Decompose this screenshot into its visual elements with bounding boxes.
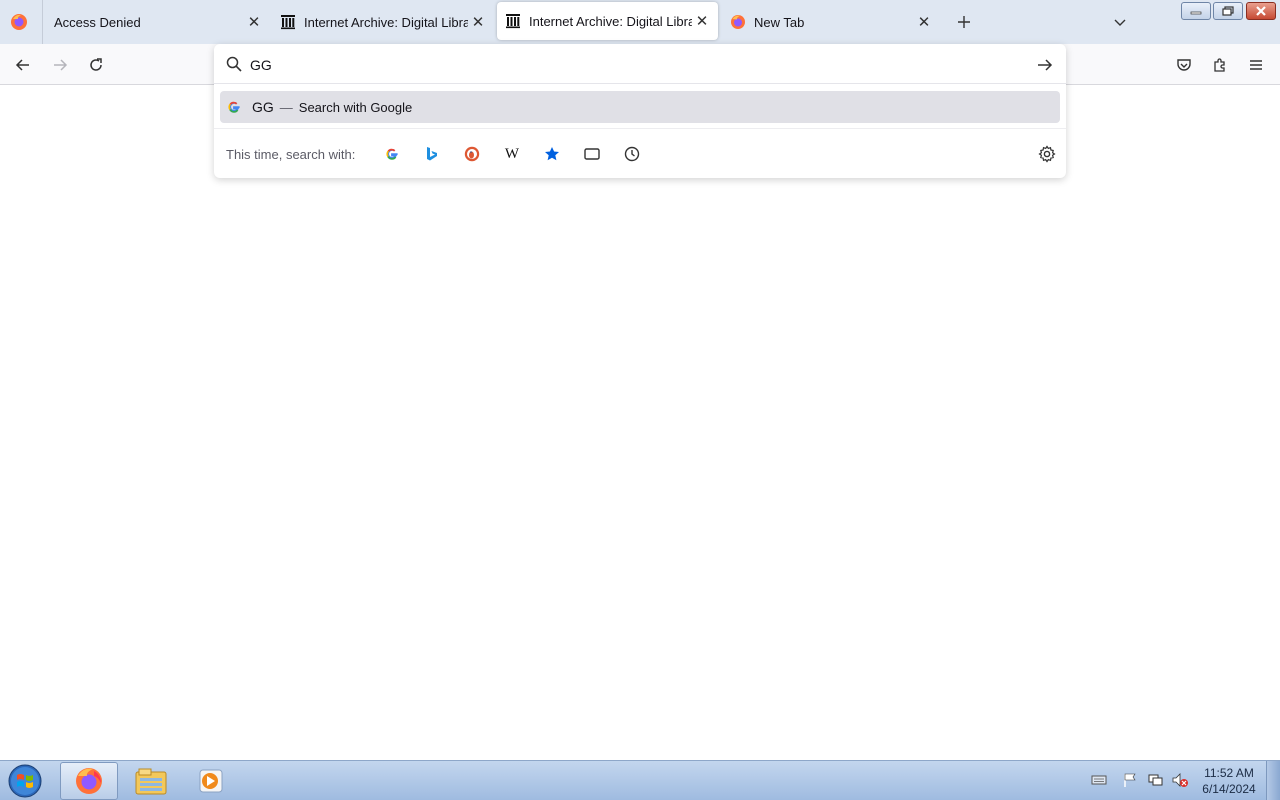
chevron-down-icon	[1114, 19, 1126, 26]
tabs-icon[interactable]	[583, 145, 601, 163]
back-button[interactable]	[10, 52, 36, 78]
tab-access-denied[interactable]: Access Denied ✕	[44, 0, 270, 44]
search-icon	[226, 56, 242, 72]
media-player-icon	[199, 769, 223, 793]
plus-icon	[958, 16, 970, 28]
gear-icon[interactable]	[1038, 145, 1056, 163]
history-icon[interactable]	[623, 145, 641, 163]
close-window-button[interactable]	[1246, 2, 1276, 20]
suggestion-separator: —	[279, 99, 293, 115]
file-explorer-icon	[135, 768, 167, 795]
tab-title: Internet Archive: Digital Library	[529, 13, 692, 29]
wikipedia-icon[interactable]: W	[503, 145, 521, 163]
firefox-icon	[76, 768, 102, 794]
puzzle-icon	[1214, 58, 1225, 72]
tab-close-icon[interactable]: ✕	[692, 11, 712, 31]
taskbar-file-explorer[interactable]	[122, 762, 180, 800]
taskbar-media-player[interactable]	[182, 762, 240, 800]
system-clock[interactable]: 11:52 AM 6/14/2024	[1196, 765, 1262, 797]
go-arrow-icon[interactable]	[1036, 56, 1054, 74]
restore-button[interactable]	[1213, 2, 1243, 20]
tab-new-tab[interactable]: New Tab ✕	[722, 0, 940, 44]
tab-internet-archive-1[interactable]: Internet Archive: Digital Library ✕	[274, 0, 494, 44]
firefox-view-icon[interactable]	[10, 13, 28, 31]
minimize-icon	[1190, 11, 1202, 15]
urlbar-input-row	[214, 44, 1066, 84]
hamburger-menu-icon	[1250, 60, 1262, 70]
show-desktop-button[interactable]	[1266, 761, 1280, 800]
tab-close-icon[interactable]: ✕	[914, 12, 934, 32]
restore-icon	[1222, 6, 1234, 16]
arrow-left-icon	[15, 59, 29, 71]
search-suggestion-row[interactable]: GG — Search with Google	[220, 91, 1060, 123]
google-icon[interactable]	[383, 145, 401, 163]
arrow-right-icon	[54, 59, 68, 71]
bookmarks-icon[interactable]	[543, 145, 561, 163]
keyboard-icon[interactable]	[1090, 771, 1108, 789]
tab-close-icon[interactable]: ✕	[244, 12, 264, 32]
reload-button[interactable]	[83, 52, 109, 78]
extensions-button[interactable]	[1207, 52, 1233, 78]
firefox-icon	[730, 14, 746, 30]
pocket-button[interactable]	[1171, 52, 1197, 78]
taskbar-firefox[interactable]	[60, 762, 118, 800]
urlbar-input[interactable]	[250, 54, 1010, 76]
close-icon	[1256, 6, 1266, 16]
action-center-flag-icon[interactable]	[1121, 771, 1139, 789]
internet-archive-icon	[505, 13, 521, 29]
start-button[interactable]	[7, 764, 43, 798]
tab-separator	[42, 0, 43, 44]
tab-title: Access Denied	[54, 14, 141, 30]
list-all-tabs-button[interactable]	[1108, 10, 1132, 34]
reload-icon	[90, 58, 102, 71]
one-off-label: This time, search with:	[226, 147, 356, 162]
clock-time: 11:52 AM	[1204, 766, 1254, 780]
urlbar-popup: GG — Search with Google This time, searc…	[214, 44, 1066, 178]
tab-strip: Access Denied ✕ Internet Archive: Digita…	[0, 0, 1280, 44]
tab-title: New Tab	[754, 14, 805, 30]
minimize-button[interactable]	[1181, 2, 1211, 20]
one-off-search-bar: This time, search with: W	[214, 128, 1066, 178]
new-tab-button[interactable]	[952, 10, 976, 34]
app-menu-button[interactable]	[1243, 52, 1269, 78]
suggestion-action: Search with Google	[298, 99, 413, 115]
tab-internet-archive-2[interactable]: Internet Archive: Digital Library ✕	[497, 2, 718, 40]
suggestion-query: GG	[252, 99, 274, 115]
bing-icon[interactable]	[423, 145, 441, 163]
windows-taskbar: 11:52 AM 6/14/2024	[0, 760, 1280, 800]
clock-date: 6/14/2024	[1202, 782, 1256, 796]
forward-button[interactable]	[47, 52, 73, 78]
duckduckgo-icon[interactable]	[463, 145, 481, 163]
volume-muted-icon[interactable]	[1171, 771, 1189, 789]
network-icon[interactable]	[1146, 771, 1164, 789]
pocket-icon	[1177, 59, 1191, 71]
internet-archive-icon	[280, 14, 296, 30]
google-icon	[226, 99, 242, 115]
tab-close-icon[interactable]: ✕	[468, 12, 488, 32]
tab-title: Internet Archive: Digital Library	[304, 14, 468, 30]
